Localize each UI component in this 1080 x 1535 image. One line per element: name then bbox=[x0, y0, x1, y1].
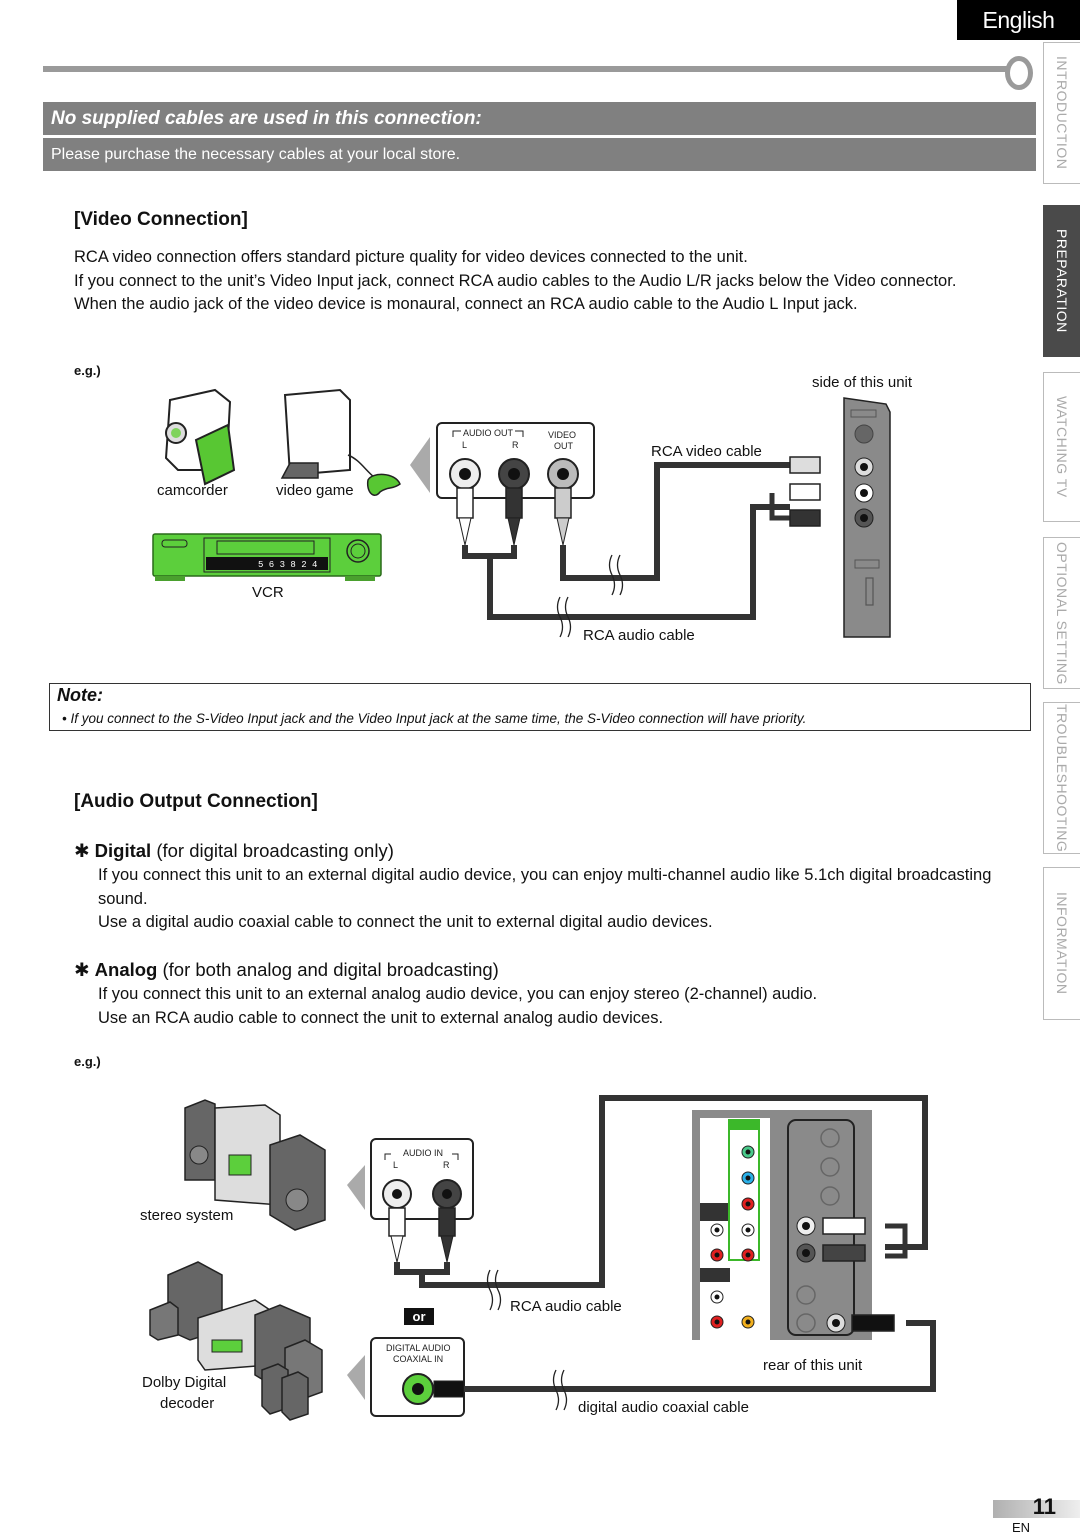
jack-component-audio-r bbox=[741, 1248, 755, 1262]
audio-in-r-label: R bbox=[443, 1160, 450, 1170]
jack-hdmi1-audio-l bbox=[710, 1290, 724, 1304]
arrow-icon bbox=[347, 1355, 365, 1400]
jack-component-pr bbox=[741, 1197, 755, 1211]
digital-in-label-2: COAXIAL IN bbox=[393, 1354, 444, 1364]
jack-digital-audio-out bbox=[741, 1315, 755, 1329]
page-lang-code: EN bbox=[1012, 1520, 1031, 1535]
component-input-group bbox=[728, 1119, 760, 1261]
jack-audio-in-l bbox=[382, 1179, 412, 1209]
jack-audio-out-l bbox=[710, 1223, 724, 1237]
jack-component-audio-l bbox=[741, 1223, 755, 1237]
audio-in-label: AUDIO IN bbox=[403, 1148, 444, 1158]
coax-cable-label: digital audio coaxial cable bbox=[578, 1399, 749, 1416]
jack-audio-out-r bbox=[710, 1248, 724, 1262]
jack-component-pb bbox=[741, 1171, 755, 1185]
rear-of-unit-label: rear of this unit bbox=[763, 1357, 863, 1374]
or-badge: or bbox=[404, 1308, 434, 1325]
tv-rear-jack-audio-r bbox=[796, 1243, 816, 1263]
dolby-digital-label: Dolby Digital bbox=[142, 1374, 227, 1391]
decoder-label: decoder bbox=[160, 1395, 215, 1412]
tv-rear-jack-audio-l bbox=[796, 1216, 816, 1236]
jack-hdmi1-audio-r bbox=[710, 1315, 724, 1329]
audio-in-l-label: L bbox=[393, 1160, 399, 1170]
tv-rear-jack-coax bbox=[826, 1313, 846, 1333]
jack-component-y bbox=[741, 1145, 755, 1159]
rca-audio-cable-label: RCA audio cable bbox=[510, 1298, 622, 1315]
arrow-icon bbox=[347, 1165, 365, 1210]
stereo-system-label: stereo system bbox=[140, 1207, 234, 1224]
jack-digital-coax-in bbox=[402, 1373, 434, 1405]
digital-in-label-1: DIGITAL AUDIO bbox=[386, 1343, 451, 1353]
page-number: 11 bbox=[1032, 1494, 1056, 1519]
jack-audio-in-r bbox=[432, 1179, 462, 1209]
